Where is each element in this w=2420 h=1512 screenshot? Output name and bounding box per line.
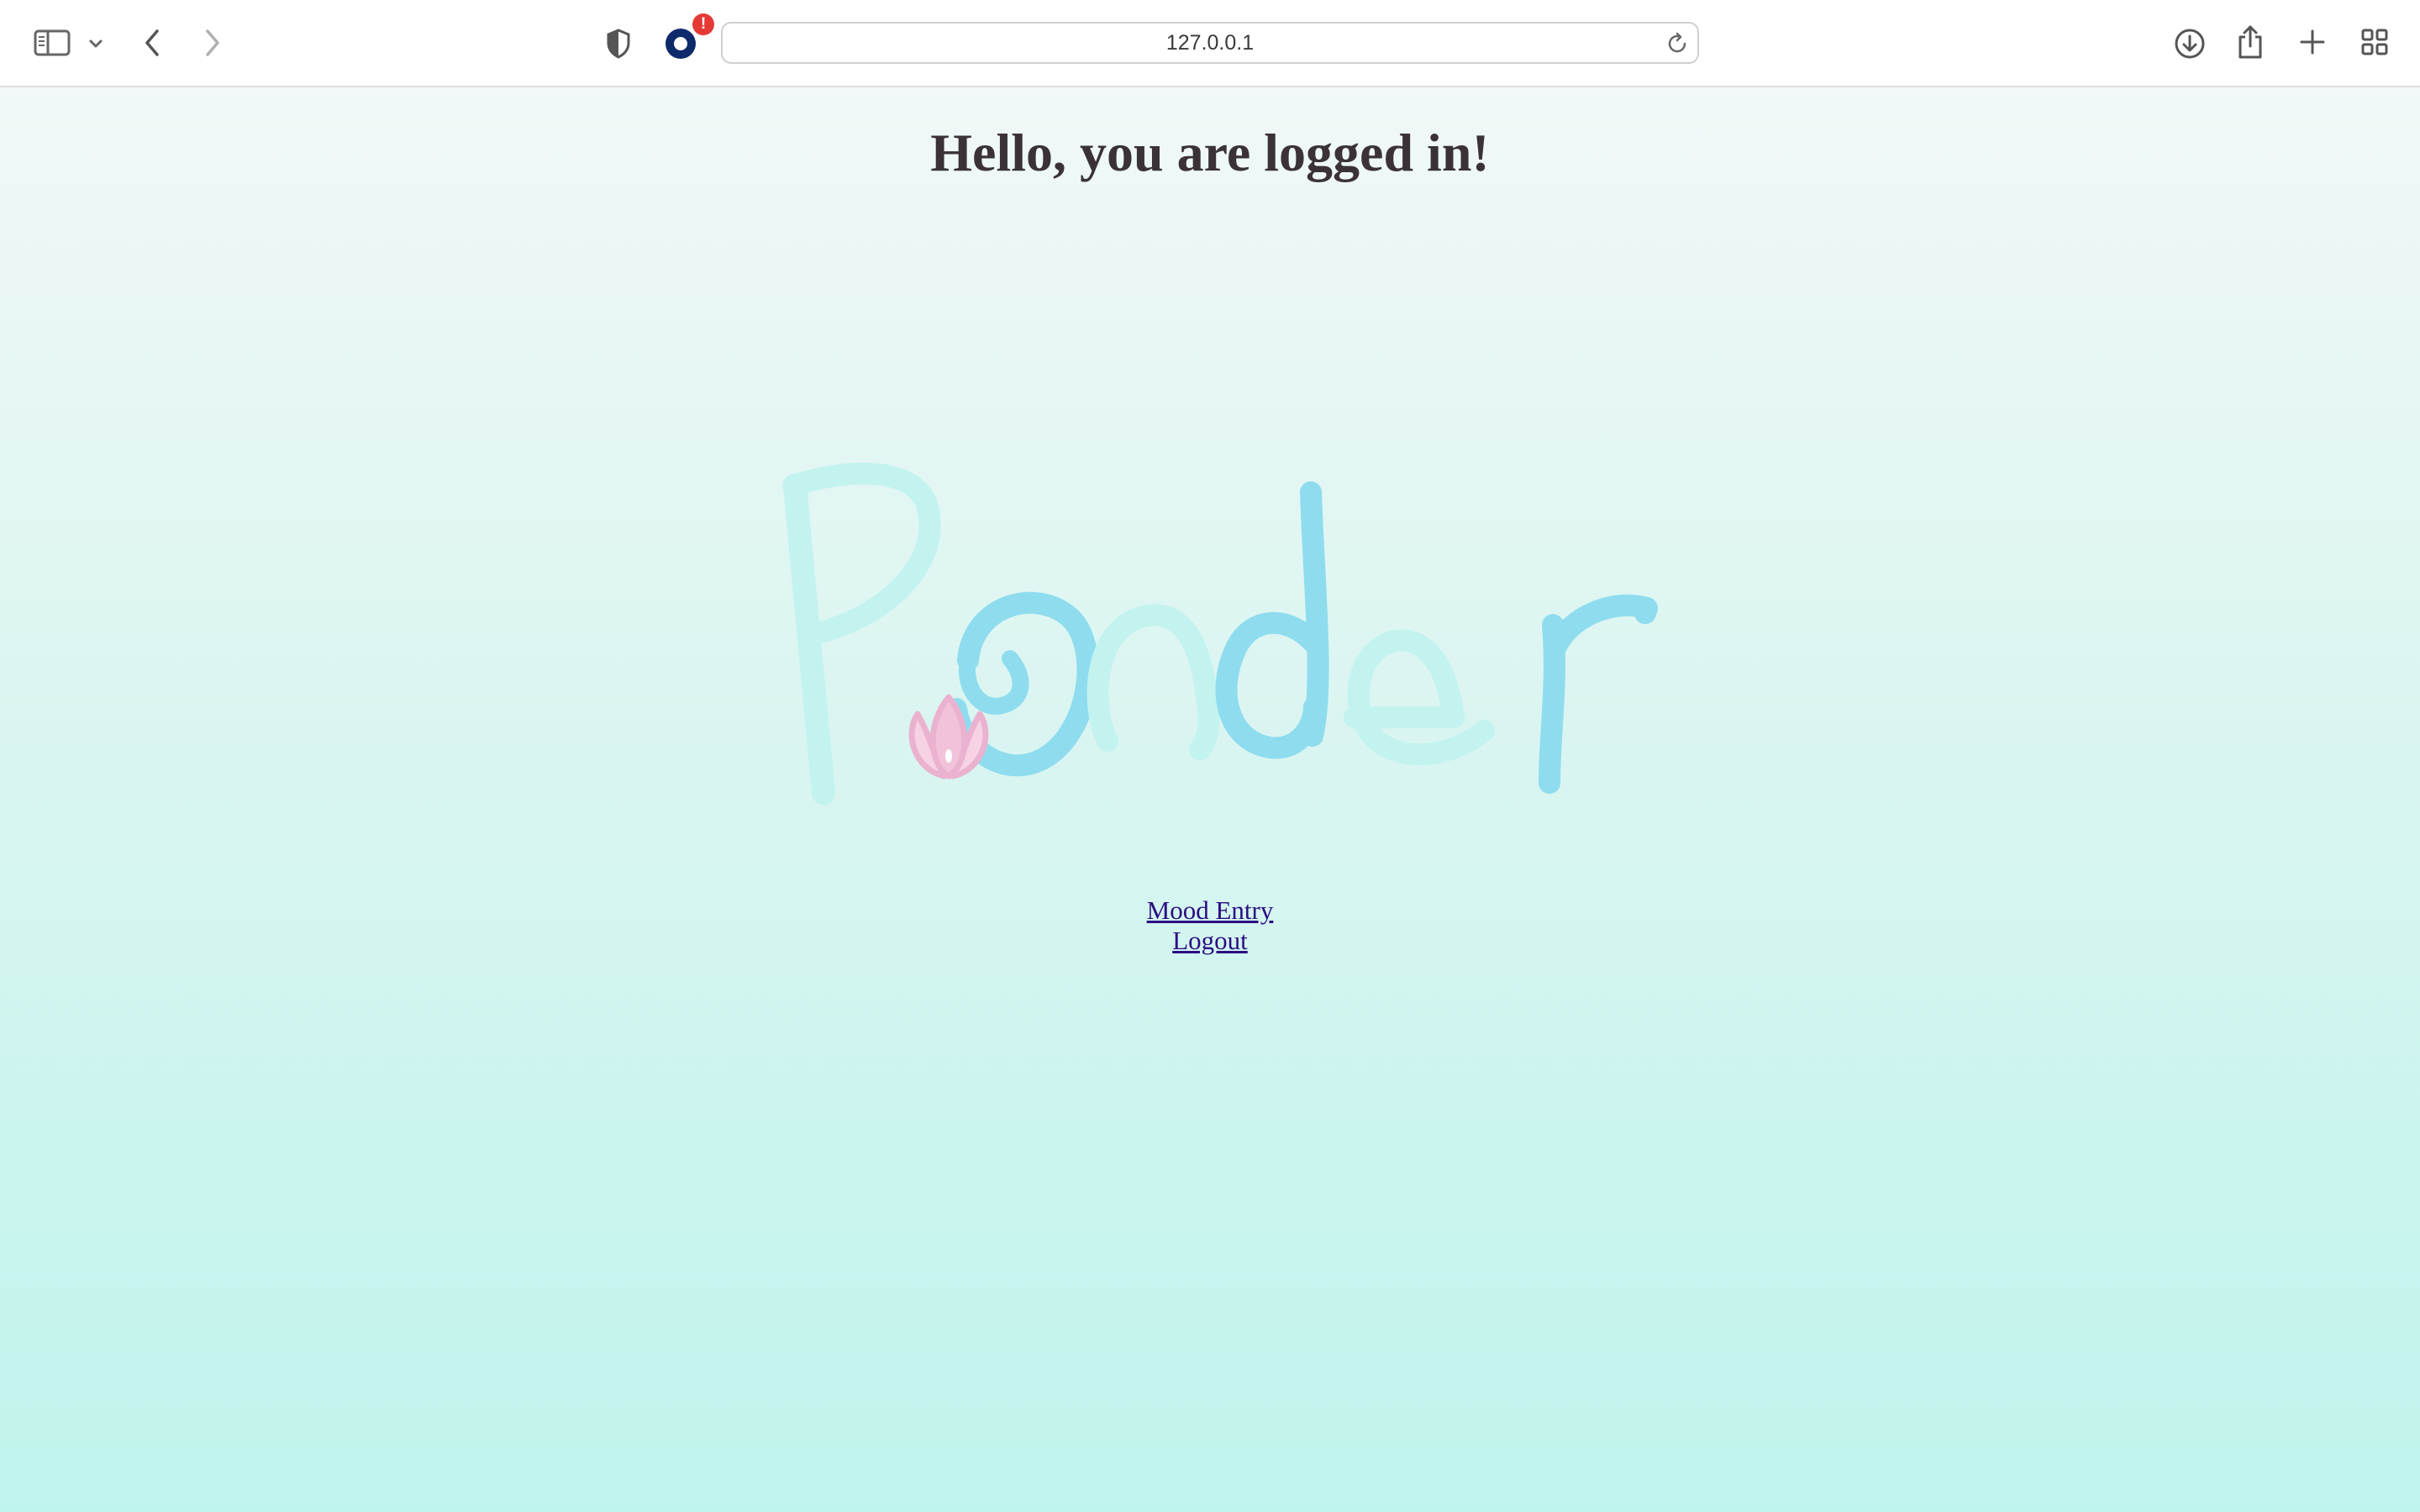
mood-entry-link[interactable]: Mood Entry xyxy=(1147,895,1274,926)
page-content: Hello, you are logged in! Mood Entry Log… xyxy=(0,87,2420,1512)
reload-icon[interactable] xyxy=(1664,30,1691,57)
logout-link[interactable]: Logout xyxy=(1172,926,1248,956)
chevron-left-icon[interactable] xyxy=(138,25,166,60)
ring-extension-icon[interactable] xyxy=(664,27,697,60)
url-text[interactable]: 127.0.0.1 xyxy=(723,24,1697,62)
address-bar[interactable]: 127.0.0.1 xyxy=(721,22,1699,64)
grid-icon[interactable] xyxy=(2358,25,2391,59)
extension-alert-badge: ! xyxy=(692,13,714,35)
lotus-icon xyxy=(908,694,989,780)
browser-toolbar: ! 127.0.0.1 xyxy=(0,0,2420,87)
shield-icon[interactable] xyxy=(602,27,635,60)
nav-links: Mood Entry Logout xyxy=(0,895,2420,956)
ponder-logo xyxy=(782,462,1658,805)
chevron-right-icon[interactable] xyxy=(198,25,227,60)
plus-icon[interactable] xyxy=(2296,25,2329,59)
sidebar-icon[interactable] xyxy=(32,27,72,59)
page-title: Hello, you are logged in! xyxy=(930,123,1490,182)
chevron-down-icon[interactable] xyxy=(86,34,106,54)
download-icon[interactable] xyxy=(2171,25,2208,62)
share-icon[interactable] xyxy=(2233,22,2267,62)
